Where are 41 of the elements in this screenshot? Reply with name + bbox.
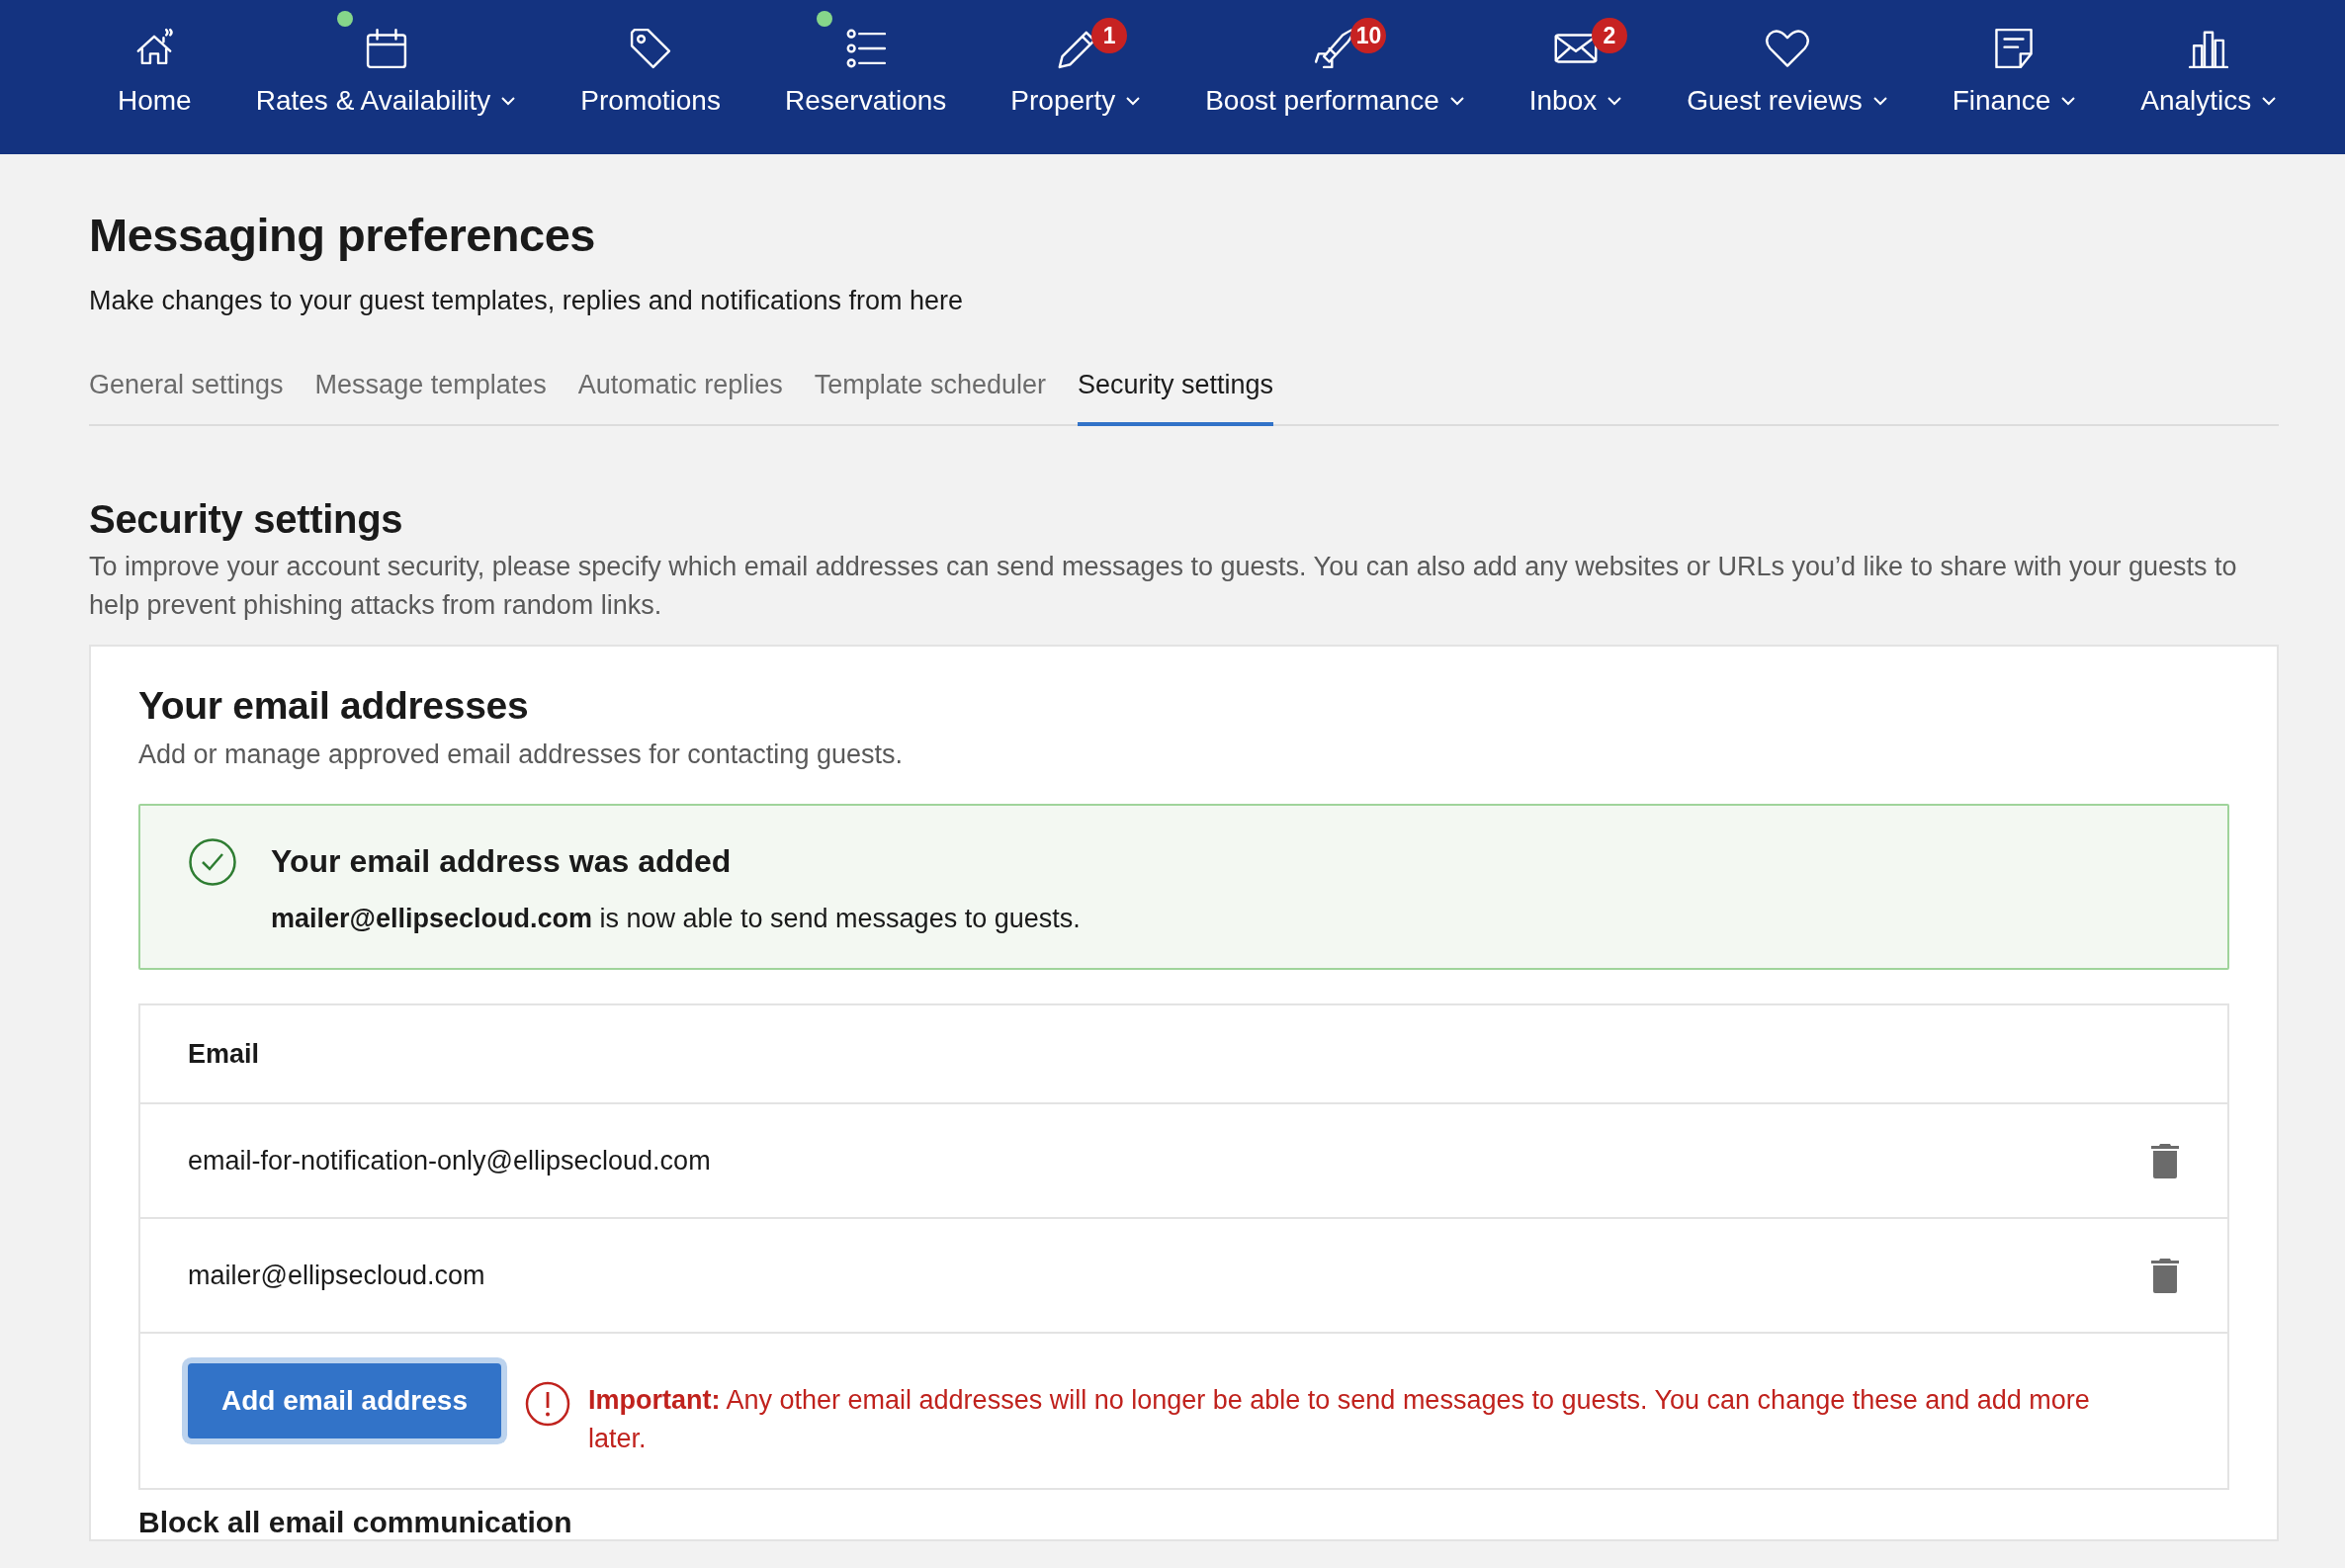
nav-item[interactable]: Finance	[1952, 0, 2077, 117]
nav-item[interactable]: Analytics	[2140, 0, 2278, 117]
caret-icon	[2060, 96, 2077, 106]
exclamation-circle-icon	[525, 1381, 570, 1427]
tab[interactable]: Automatic replies	[577, 358, 783, 426]
page-title: Messaging preferences	[89, 208, 596, 262]
section-title: Security settings	[89, 497, 404, 542]
tab[interactable]: Security settings	[1077, 358, 1274, 426]
column-header: Email	[188, 1038, 260, 1070]
nav-item[interactable]: Boost performance 10	[1205, 0, 1465, 117]
nav-item[interactable]: Promotions	[580, 0, 721, 117]
caret-icon	[500, 96, 517, 106]
caret-icon	[1871, 96, 1888, 106]
caret-icon	[1125, 96, 1142, 106]
card-subtitle: Add or manage approved email addresses for contacting guests.	[138, 740, 904, 770]
nav-item[interactable]: Home	[118, 0, 192, 117]
nav-item[interactable]: Rates & Availability	[255, 0, 517, 117]
caret-icon	[2261, 96, 2278, 106]
card-title: Your email addresses	[138, 684, 530, 728]
email-cell: email-for-notification-only@ellipsecloud.com	[188, 1145, 711, 1176]
tab[interactable]: Message templates	[314, 358, 547, 426]
warning-text: Important: Any other email addresses will no longer be able to send messages to guests. You can change these and add more later.	[588, 1384, 2091, 1455]
tab[interactable]: General settings	[89, 358, 284, 426]
section-heading: Block all email communication	[138, 1506, 573, 1539]
trash-icon[interactable]	[2150, 1257, 2180, 1294]
caret-icon	[1448, 96, 1465, 106]
nav-item[interactable]: Property 1	[1010, 0, 1142, 117]
check-circle-icon	[188, 837, 237, 887]
caret-icon	[1607, 96, 1623, 106]
count-badge: 1	[1091, 18, 1128, 53]
count-badge: 2	[1592, 18, 1627, 53]
nav-item[interactable]: Reservations	[784, 0, 947, 117]
nav-item[interactable]: Guest reviews	[1687, 0, 1888, 117]
count-badge: 10	[1350, 18, 1387, 53]
tab[interactable]: Template scheduler	[814, 358, 1046, 426]
page-subtitle: Make changes to your guest templates, replies and notifications from here	[89, 286, 964, 316]
success-message: mailer@ellipsecloud.com is now able to send messages to guests.	[271, 904, 1081, 934]
section-description: To improve your account security, please specify which email addresses can send messages to guests. You can also add any websites or URLs you’d like to share with your guests to help prevent phishing attacks from random links.	[89, 551, 2238, 622]
success-title: Your email address was added	[271, 843, 733, 880]
trash-icon[interactable]	[2150, 1142, 2180, 1179]
email-cell: mailer@ellipsecloud.com	[188, 1260, 485, 1291]
